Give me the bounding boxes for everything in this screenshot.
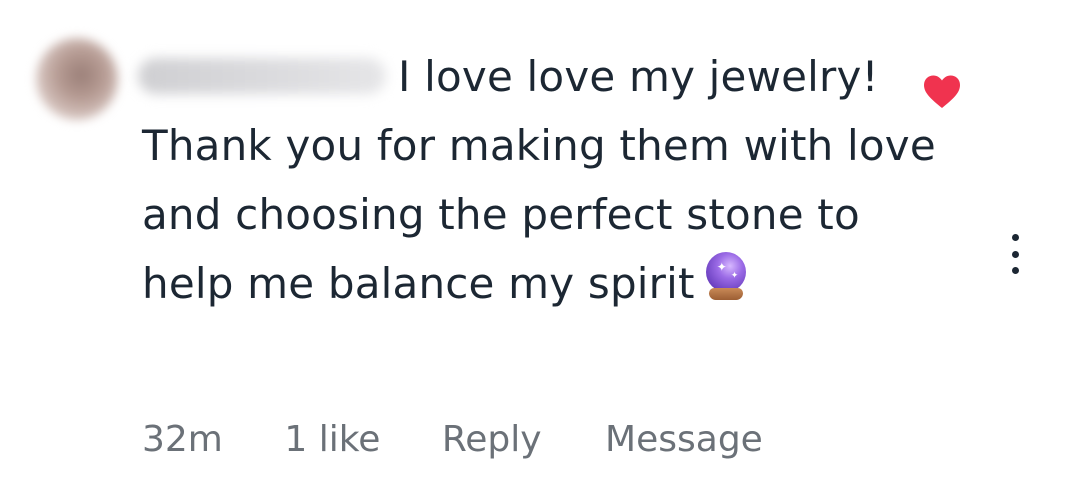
- kebab-dot: [1011, 250, 1019, 258]
- sparkle-icon: ✦: [716, 260, 727, 274]
- timestamp: 32m: [142, 419, 223, 460]
- crystal-ball-emoji-icon: ✦ ✦: [703, 252, 749, 312]
- heart-icon[interactable]: [922, 74, 962, 110]
- sparkle-icon: ✦: [730, 271, 739, 281]
- crystal-ball-base: [708, 288, 743, 300]
- username-spacer: [142, 90, 398, 91]
- like-count-link[interactable]: 1 like: [284, 414, 380, 466]
- kebab-dot: [1011, 267, 1019, 274]
- message-button[interactable]: Message: [605, 414, 763, 466]
- more-options-icon[interactable]: [1004, 234, 1026, 274]
- avatar[interactable]: [36, 38, 118, 120]
- kebab-dot: [1011, 234, 1019, 241]
- reply-button[interactable]: Reply: [442, 414, 542, 466]
- comment-actions: 32m 1 like Reply Message: [142, 414, 763, 466]
- comment-body: I love love my jewelry! Thank you for ma…: [142, 42, 942, 318]
